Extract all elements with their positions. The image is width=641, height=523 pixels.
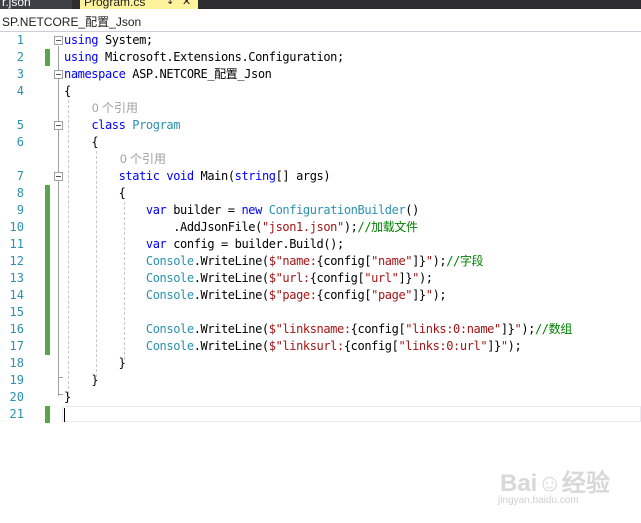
fold-toggle-icon[interactable]: [54, 36, 63, 45]
code-text: using Microsoft.Extensions.Configuration…: [64, 50, 344, 64]
code-line: 18 }: [0, 355, 641, 372]
code-line: 8 {: [0, 185, 641, 202]
line-number: 21: [9, 407, 24, 421]
change-indicator: [45, 406, 50, 423]
code-text: }: [64, 390, 71, 404]
code-line: 7 static void Main(string[] args): [0, 168, 641, 185]
document-tab-bar: r.json Program.cs ↧ ✕: [0, 0, 641, 9]
code-text: Console.WriteLine($"url:{config["url"]}"…: [145, 271, 433, 285]
close-icon[interactable]: ✕: [182, 0, 191, 9]
change-indicator: [45, 202, 50, 219]
line-number: 5: [16, 118, 24, 132]
pin-icon[interactable]: ↧: [166, 0, 174, 9]
line-number: 17: [9, 339, 24, 353]
line-number: 10: [9, 220, 24, 234]
code-line: 10 .AddJsonFile("json1.json");//加载文件: [0, 219, 641, 236]
tab-json-file[interactable]: r.json: [0, 0, 72, 9]
navigation-bar: SP.NETCORE_配置_Json: [0, 9, 641, 32]
code-editor[interactable]: 1 using System; 2 using Microsoft.Extens…: [0, 32, 641, 523]
code-line: 4 {: [0, 83, 641, 100]
code-text: Console.WriteLine($"page:{config["page"]…: [145, 288, 447, 302]
tab-program-label: Program.cs: [84, 0, 146, 9]
change-indicator: [45, 236, 50, 253]
watermark-url: jingyan.baidu.com: [498, 495, 579, 506]
tab-json-label: r.json: [2, 0, 31, 9]
code-line: 6 {: [0, 134, 641, 151]
line-number: 9: [16, 203, 24, 217]
line-number: 13: [9, 271, 24, 285]
code-line: 13 Console.WriteLine($"url:{config["url"…: [0, 270, 641, 287]
code-line: 16 Console.WriteLine($"linksname:{config…: [0, 321, 641, 338]
change-indicator: [45, 321, 50, 338]
code-line: 17 Console.WriteLine($"linksurl:{config[…: [0, 338, 641, 355]
line-number: 19: [9, 373, 24, 387]
line-number: 15: [9, 305, 24, 319]
code-text: Console.WriteLine($"linksurl:{config["li…: [145, 339, 522, 353]
line-number: 12: [9, 254, 24, 268]
code-text: Console.WriteLine($"linksname:{config["l…: [145, 322, 572, 336]
code-line: 3 namespace ASP.NETCORE_配置_Json: [0, 66, 641, 83]
code-line: 9 var builder = new ConfigurationBuilder…: [0, 202, 641, 219]
code-line: 5 class Program: [0, 117, 641, 134]
fold-toggle-icon[interactable]: [54, 70, 63, 79]
line-number: 14: [9, 288, 24, 302]
line-number: 3: [16, 67, 24, 81]
line-number: 7: [16, 169, 24, 183]
code-line: 15: [0, 304, 641, 321]
change-indicator: [45, 287, 50, 304]
change-indicator: [45, 49, 50, 66]
code-text: static void Main(string[] args): [118, 169, 331, 183]
tab-program-cs[interactable]: Program.cs ↧ ✕: [80, 0, 198, 9]
fold-toggle-icon[interactable]: [54, 121, 63, 130]
code-text: {: [91, 135, 99, 149]
code-line-current[interactable]: 21: [0, 406, 641, 423]
change-indicator: [45, 338, 50, 355]
code-text: var config = builder.Build();: [145, 237, 344, 251]
change-indicator: [45, 253, 50, 270]
code-text: {: [118, 186, 126, 200]
line-number: 20: [9, 390, 24, 404]
code-line: 12 Console.WriteLine($"name:{config["nam…: [0, 253, 641, 270]
line-number: 16: [9, 322, 24, 336]
code-text: {: [64, 84, 71, 98]
code-line: 1 using System;: [0, 32, 641, 49]
change-indicator: [45, 270, 50, 287]
code-text: var builder = new ConfigurationBuilder(): [145, 203, 419, 217]
code-line: 20 }: [0, 389, 641, 406]
code-text: }: [91, 373, 99, 387]
code-line: 2 using Microsoft.Extensions.Configurati…: [0, 49, 641, 66]
line-number: 6: [16, 135, 24, 149]
fold-toggle-icon[interactable]: [54, 172, 63, 181]
line-number: 1: [16, 33, 24, 47]
change-indicator: [45, 219, 50, 236]
code-line: 19 }: [0, 372, 641, 389]
line-number: 4: [16, 84, 24, 98]
current-line-highlight: [62, 406, 641, 422]
change-indicator: [45, 304, 50, 321]
code-text: }: [118, 356, 126, 370]
code-text: .AddJsonFile("json1.json");//加载文件: [173, 220, 418, 234]
codelens-references[interactable]: 0 个引用: [120, 151, 166, 168]
line-number: 11: [9, 237, 24, 251]
text-cursor: [64, 408, 65, 422]
line-number: 2: [16, 50, 24, 64]
codelens-references[interactable]: 0 个引用: [92, 100, 138, 117]
code-line: 11 var config = builder.Build();: [0, 236, 641, 253]
change-indicator: [45, 185, 50, 202]
code-text: Console.WriteLine($"name:{config["name"]…: [145, 254, 484, 268]
baidu-jingyan-watermark: Bai☺经验 jingyan.baidu.com: [490, 455, 630, 515]
code-text: using System;: [64, 33, 153, 47]
code-line: 14 Console.WriteLine($"page:{config["pag…: [0, 287, 641, 304]
code-text: namespace ASP.NETCORE_配置_Json: [64, 67, 272, 81]
project-dropdown[interactable]: SP.NETCORE_配置_Json: [2, 13, 141, 30]
watermark-logo-text: Bai☺经验: [500, 470, 610, 497]
line-number: 8: [16, 186, 24, 200]
code-text: class Program: [91, 118, 181, 132]
line-number: 18: [9, 356, 24, 370]
